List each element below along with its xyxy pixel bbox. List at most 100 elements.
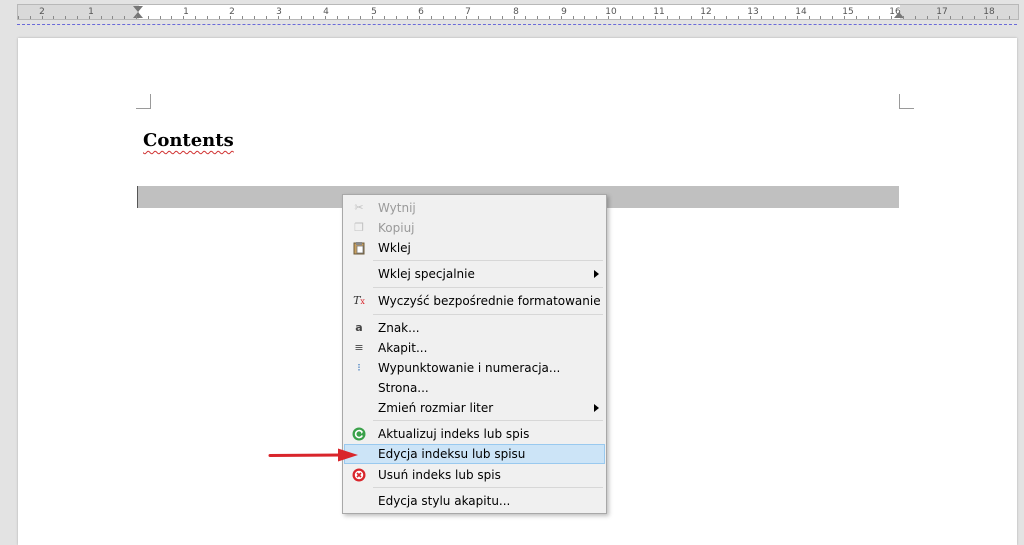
ruler-tick [219, 16, 220, 19]
ruler-tick [879, 16, 880, 19]
copy-icon: ❐ [354, 221, 364, 234]
ruler-tick [478, 16, 479, 19]
ruler-tick [950, 16, 951, 19]
menu-item-clear-formatting[interactable]: Tx Wyczyść bezpośrednie formatowanie [344, 291, 605, 311]
menu-item-label: Akapit... [378, 341, 428, 355]
menu-separator [373, 420, 603, 421]
horizontal-ruler[interactable]: 2 1 1 2 3 4 5 6 7 8 9 10 11 12 13 14 15 … [17, 4, 1019, 20]
ruler-tick [348, 16, 349, 19]
ruler-tick [289, 16, 290, 19]
ruler-tick [561, 16, 562, 19]
menu-item-page[interactable]: Strona... [344, 378, 605, 398]
ruler-tick [514, 16, 515, 19]
menu-item-delete-index[interactable]: Usuń indeks lub spis [344, 465, 605, 485]
menu-item-label: Wytnij [378, 201, 416, 215]
ruler-tick [313, 16, 314, 19]
ruler-tick [502, 16, 503, 19]
menu-item-bullets-numbering[interactable]: ⁝ Wypunktowanie i numeracja... [344, 358, 605, 378]
character-icon: a [355, 321, 363, 334]
menu-item-change-case[interactable]: Zmień rozmiar liter [344, 398, 605, 418]
ruler-tick [101, 16, 102, 19]
menu-separator [373, 260, 603, 261]
ruler-right-margin [900, 5, 1018, 19]
ruler-tick [18, 16, 19, 19]
ruler-tick [384, 16, 385, 19]
ruler-tick [89, 16, 90, 19]
menu-item-label: Wklej [378, 241, 411, 255]
ruler-tick [30, 16, 31, 19]
submenu-arrow-icon [594, 404, 599, 412]
ruler-dashed-guide [17, 24, 1017, 25]
ruler-tick [620, 16, 621, 19]
ruler-tick [77, 16, 78, 19]
ruler-tick [124, 16, 125, 19]
ruler-tick [42, 16, 43, 19]
ruler-number: 3 [276, 7, 282, 17]
ruler-tick [809, 16, 810, 19]
ruler-tick [455, 16, 456, 19]
ruler-tick [537, 16, 538, 19]
submenu-arrow-icon [594, 270, 599, 278]
ruler-tick [53, 16, 54, 19]
ruler-tick [856, 16, 857, 19]
ruler-tick [266, 16, 267, 19]
ruler-number: 13 [747, 7, 759, 17]
ruler-tick [891, 16, 892, 19]
menu-item-label: Strona... [378, 381, 429, 395]
scissors-icon: ✂ [354, 201, 364, 214]
left-indent-marker[interactable] [133, 12, 143, 18]
ruler-tick [443, 16, 444, 19]
ruler-tick [820, 16, 821, 19]
menu-item-label: Wyczyść bezpośrednie formatowanie [378, 294, 601, 308]
ruler-tick [407, 16, 408, 19]
menu-item-edit-index[interactable]: Edycja indeksu lub spisu [344, 444, 605, 464]
menu-item-label: Zmień rozmiar liter [378, 401, 494, 415]
menu-separator [373, 314, 603, 315]
ruler-tick [242, 16, 243, 19]
contents-heading[interactable]: Contents [143, 130, 234, 151]
menu-item-update-index[interactable]: Aktualizuj indeks lub spis [344, 424, 605, 444]
ruler-tick [360, 16, 361, 19]
ruler-tick [278, 16, 279, 19]
clear-formatting-icon: Tx [353, 294, 365, 307]
menu-item-paste-special[interactable]: Wklej specjalnie [344, 264, 605, 284]
ruler-tick [915, 16, 916, 19]
ruler-tick [714, 16, 715, 19]
menu-item-character[interactable]: a Znak... [344, 318, 605, 338]
ruler-tick [679, 16, 680, 19]
text-boundary-corner [136, 94, 151, 109]
ruler-tick [632, 16, 633, 19]
menu-item-edit-paragraph-style[interactable]: Edycja stylu akapitu... [344, 491, 605, 511]
menu-item-label: Edycja stylu akapitu... [378, 494, 511, 508]
paragraph-icon: ≡ [354, 341, 364, 354]
ruler-tick [832, 16, 833, 19]
menu-item-copy[interactable]: ❐ Kopiuj [344, 218, 605, 238]
ruler-left-margin [18, 5, 139, 19]
menu-item-label: Aktualizuj indeks lub spis [378, 427, 530, 441]
menu-separator [373, 487, 603, 488]
menu-item-paste[interactable]: Wklej [344, 238, 605, 258]
ruler-tick [183, 16, 184, 19]
ruler-tick [466, 16, 467, 19]
ruler-tick [301, 16, 302, 19]
menu-item-cut[interactable]: ✂ Wytnij [344, 198, 605, 218]
menu-item-label: Kopiuj [378, 221, 415, 235]
delete-icon [352, 468, 366, 482]
ruler-tick [702, 16, 703, 19]
ruler-tick [490, 16, 491, 19]
menu-item-label: Edycja indeksu lub spisu [378, 447, 526, 461]
ruler-tick [1009, 16, 1010, 19]
ruler-tick [431, 16, 432, 19]
ruler-tick [750, 16, 751, 19]
menu-item-paragraph[interactable]: ≡ Akapit... [344, 338, 605, 358]
ruler-tick [419, 16, 420, 19]
update-icon [352, 427, 366, 441]
context-menu: ✂ Wytnij ❐ Kopiuj Wklej Wklej specjalnie… [342, 194, 607, 514]
ruler-tick [112, 16, 113, 19]
ruler-tick [573, 16, 574, 19]
bullets-numbering-icon: ⁝ [357, 361, 361, 374]
ruler-number: 4 [323, 7, 329, 17]
ruler-tick [254, 16, 255, 19]
ruler-tick [761, 16, 762, 19]
ruler-tick [797, 16, 798, 19]
